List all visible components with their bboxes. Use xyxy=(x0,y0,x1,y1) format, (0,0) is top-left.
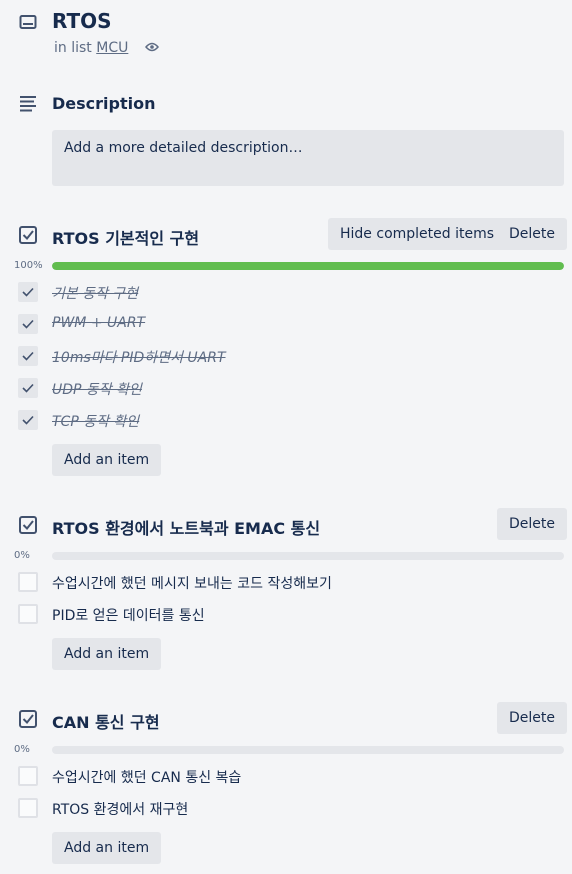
progress-fill xyxy=(52,262,564,270)
item-checkbox[interactable] xyxy=(18,572,38,592)
checklist-title[interactable]: RTOS 기본적인 구현 xyxy=(52,225,199,249)
delete-checklist-button[interactable]: Delete xyxy=(497,508,567,540)
item-checkbox[interactable] xyxy=(18,378,38,398)
item-text[interactable]: 10ms마다 PID하면서 UART xyxy=(52,347,226,367)
checklist-item[interactable]: UDP 동작 확인 xyxy=(18,376,564,400)
checklist-title[interactable]: RTOS 환경에서 노트북과 EMAC 통신 xyxy=(52,515,320,539)
checklist-item[interactable]: 수업시간에 했던 메시지 보내는 코드 작성해보기 xyxy=(18,570,564,594)
checklist-title[interactable]: CAN 통신 구현 xyxy=(52,709,160,733)
eye-icon xyxy=(144,40,159,56)
item-checkbox[interactable] xyxy=(18,282,38,302)
check-icon xyxy=(22,383,34,393)
checklist-icon xyxy=(18,225,38,245)
check-icon xyxy=(22,351,34,361)
item-text[interactable]: 기본 동작 구현 xyxy=(52,283,138,303)
item-text[interactable]: 수업시간에 했던 CAN 통신 복습 xyxy=(52,767,241,787)
item-checkbox[interactable] xyxy=(18,798,38,818)
checklist-item[interactable]: 수업시간에 했던 CAN 통신 복습 xyxy=(18,764,564,788)
delete-checklist-button[interactable]: Delete xyxy=(497,702,567,734)
progress-bar xyxy=(52,262,564,270)
card-title[interactable]: RTOS xyxy=(52,9,112,33)
checklist-item[interactable]: PWM + UART xyxy=(18,312,564,336)
item-checkbox[interactable] xyxy=(18,766,38,786)
description-heading: Description xyxy=(52,94,156,113)
delete-checklist-button[interactable]: Delete xyxy=(497,218,567,250)
checklist-item[interactable]: 10ms마다 PID하면서 UART xyxy=(18,344,564,368)
progress-bar xyxy=(52,552,564,560)
progress-bar xyxy=(52,746,564,754)
hide-completed-button[interactable]: Hide completed items xyxy=(328,218,507,250)
checklist-item[interactable]: RTOS 환경에서 재구현 xyxy=(18,796,564,820)
description-icon xyxy=(18,93,38,113)
checklist-item[interactable]: PID로 얻은 데이터를 통신 xyxy=(18,602,564,626)
checklist-item[interactable]: 기본 동작 구현 xyxy=(18,280,564,304)
item-text[interactable]: PID로 얻은 데이터를 통신 xyxy=(52,605,205,625)
checklist-icon xyxy=(18,515,38,535)
item-checkbox[interactable] xyxy=(18,410,38,430)
item-checkbox[interactable] xyxy=(18,346,38,366)
item-checkbox[interactable] xyxy=(18,314,38,334)
checklist-item[interactable]: TCP 동작 확인 xyxy=(18,408,564,432)
description-input[interactable]: Add a more detailed description… xyxy=(52,130,564,186)
card-detail: RTOS in list MCU Description Add a more … xyxy=(0,0,572,874)
checklist-icon xyxy=(18,709,38,729)
in-list-prefix: in list xyxy=(54,40,92,56)
item-text[interactable]: UDP 동작 확인 xyxy=(52,379,142,399)
item-text[interactable]: PWM + UART xyxy=(52,315,145,331)
check-icon xyxy=(22,415,34,425)
add-item-button[interactable]: Add an item xyxy=(52,832,162,864)
progress-percent: 0% xyxy=(14,550,30,561)
add-item-button[interactable]: Add an item xyxy=(52,638,162,670)
check-icon xyxy=(22,287,34,297)
card-icon xyxy=(18,12,38,32)
item-text[interactable]: 수업시간에 했던 메시지 보내는 코드 작성해보기 xyxy=(52,573,332,593)
item-checkbox[interactable] xyxy=(18,604,38,624)
list-info: in list MCU xyxy=(54,40,159,56)
progress-percent: 0% xyxy=(14,744,30,755)
item-text[interactable]: RTOS 환경에서 재구현 xyxy=(52,799,188,819)
item-text[interactable]: TCP 동작 확인 xyxy=(52,411,139,431)
check-icon xyxy=(22,319,34,329)
add-item-button[interactable]: Add an item xyxy=(52,444,162,476)
progress-percent: 100% xyxy=(14,260,43,271)
list-link[interactable]: MCU xyxy=(96,40,128,56)
